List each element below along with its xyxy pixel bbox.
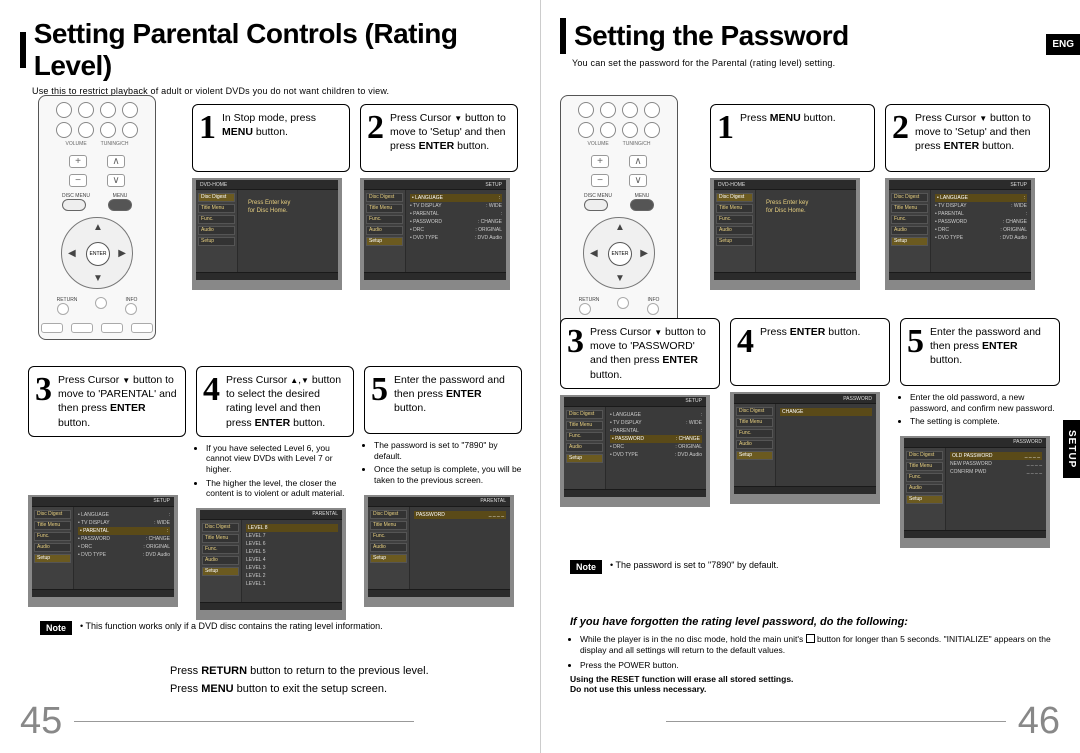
page-subtitle-right: You can set the password for the Parenta… bbox=[572, 58, 1060, 68]
tv-screenshot: PASSWORD Disc DigestTitle MenuFunc.Audio… bbox=[900, 436, 1050, 548]
page-46: ENG SETUP Setting the Password You can s… bbox=[540, 0, 1080, 753]
note-text: • The password is set to "7890" by defau… bbox=[610, 560, 778, 572]
tv-screenshot: PARENTAL Disc DigestTitle MenuFunc.Audio… bbox=[364, 495, 514, 607]
tv-screenshot: DVD-HOME Disc DigestTitle MenuFunc.Audio… bbox=[710, 178, 860, 290]
lang-badge: ENG bbox=[1046, 34, 1080, 55]
step-4: 4 Press Cursor , button to select the de… bbox=[196, 366, 354, 437]
step-4: 4Press ENTER button. bbox=[730, 318, 890, 386]
step-5: 5Enter the password and then press ENTER… bbox=[900, 318, 1060, 386]
tv-screenshot: PARENTAL Disc DigestTitle MenuFunc.Audio… bbox=[196, 508, 346, 620]
page-number: 46 bbox=[1018, 700, 1060, 743]
enter-button[interactable]: ENTER bbox=[608, 242, 632, 266]
step-1: 1 In Stop mode, press MENU button. bbox=[192, 104, 350, 172]
step-4-notes: If you have selected Level 6, you cannot… bbox=[196, 443, 354, 502]
title-bar bbox=[560, 18, 566, 54]
return-button[interactable] bbox=[579, 303, 591, 315]
step-5: 5 Enter the password and then press ENTE… bbox=[364, 366, 522, 434]
tv-screenshot: SETUP Disc DigestTitle MenuFunc.AudioSet… bbox=[560, 395, 710, 507]
step-5-notes: The password is set to "7890" by default… bbox=[364, 440, 522, 489]
step-3: 3 Press Cursor button to move to 'PARENT… bbox=[28, 366, 186, 437]
note-text: • This function works only if a DVD disc… bbox=[80, 621, 383, 633]
enter-button[interactable]: ENTER bbox=[86, 242, 110, 266]
step-5-notes: Enter the old password, a new password, … bbox=[900, 392, 1060, 430]
step-3: 3Press Cursor button to move to 'PASSWOR… bbox=[560, 318, 720, 389]
tv-screenshot: DVD-HOME Disc DigestTitle MenuFunc.Audio… bbox=[192, 178, 342, 290]
forgot-list: While the player is in the no disc mode,… bbox=[570, 634, 1056, 671]
step-2: 2Press Cursor button to move to 'Setup' … bbox=[885, 104, 1050, 172]
page-number: 45 bbox=[20, 700, 62, 743]
step-2: 2 Press Cursor button to move to 'Setup'… bbox=[360, 104, 518, 172]
forgot-bold: Using the RESET function will erase all … bbox=[570, 674, 1056, 694]
tv-screenshot: PASSWORD Disc DigestTitle MenuFunc.Audio… bbox=[730, 392, 880, 504]
note-label: Note bbox=[40, 621, 72, 635]
setup-tab: SETUP bbox=[1063, 420, 1080, 478]
tv-screenshot: SETUP Disc DigestTitle MenuFunc.AudioSet… bbox=[360, 178, 510, 290]
remote-control: VOLUMETUNING/CH +− ∧∨ DISC MENU MENU ▲▼◀… bbox=[560, 95, 678, 340]
step-1: 1Press MENU button. bbox=[710, 104, 875, 172]
tv-screenshot: SETUP Disc DigestTitle MenuFunc.AudioSet… bbox=[885, 178, 1035, 290]
page-title-right: Setting the Password bbox=[574, 20, 849, 52]
menu-button[interactable] bbox=[108, 199, 132, 211]
forgot-title: If you have forgotten the rating level p… bbox=[570, 616, 1056, 628]
footer-return: Press RETURN button to return to the pre… bbox=[170, 665, 520, 677]
note-label: Note bbox=[570, 560, 602, 574]
page-title-left: Setting Parental Controls (Rating Level) bbox=[34, 18, 520, 82]
remote-control: VOLUMETUNING/CH +− ∧∨ DISC MENU MENU ▲▼◀… bbox=[38, 95, 156, 340]
menu-button[interactable] bbox=[630, 199, 654, 211]
page-45: Setting Parental Controls (Rating Level)… bbox=[0, 0, 540, 753]
dpad[interactable]: ▲▼◀▶ ENTER bbox=[583, 217, 655, 289]
return-button[interactable] bbox=[57, 303, 69, 315]
footer-menu: Press MENU button to exit the setup scre… bbox=[170, 683, 520, 695]
tv-screenshot: SETUP Disc DigestTitle MenuFunc.AudioSet… bbox=[28, 495, 178, 607]
dpad[interactable]: ▲▼◀▶ ENTER bbox=[61, 217, 133, 289]
title-bar bbox=[20, 32, 26, 68]
